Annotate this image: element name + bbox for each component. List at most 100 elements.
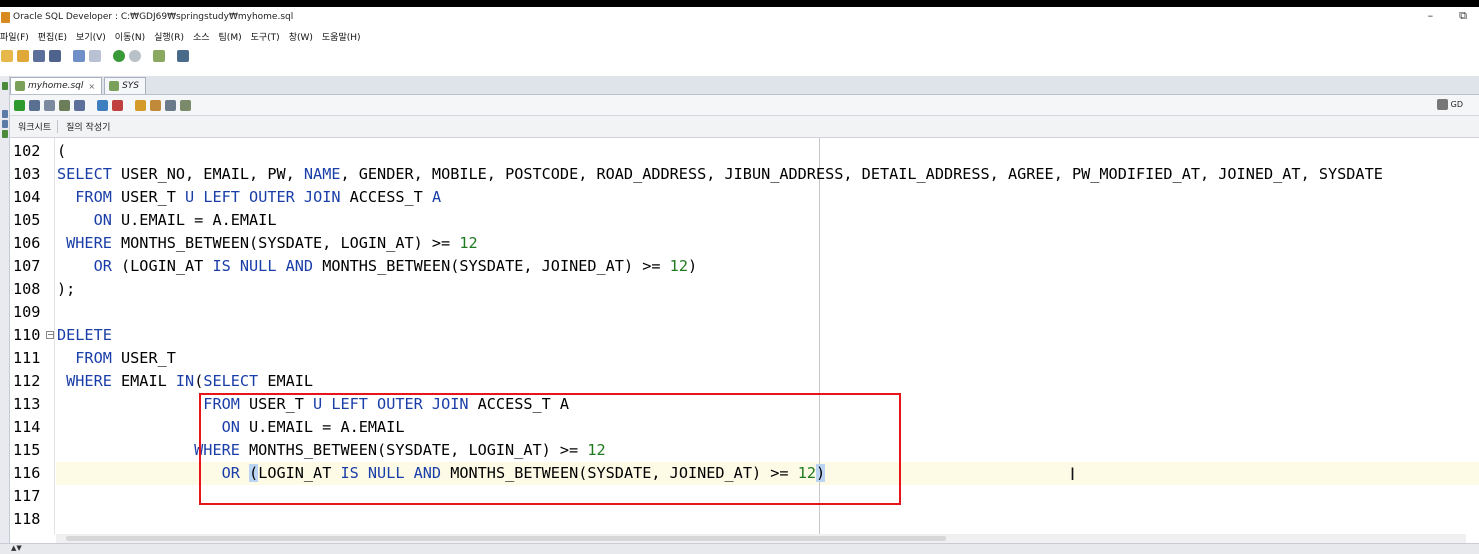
tab-sys[interactable]: SYS	[104, 77, 147, 94]
code-line[interactable]: 112 WHERE EMAIL IN(SELECT EMAIL	[10, 370, 1479, 393]
code-token: (	[57, 142, 67, 160]
menu-source[interactable]: 소스	[193, 30, 210, 43]
save-all-icon[interactable]	[49, 50, 61, 62]
fold-toggle-icon[interactable]: −	[46, 331, 54, 339]
code-token: (	[194, 372, 204, 390]
line-number: 114	[13, 418, 41, 436]
menu-window[interactable]: 창(W)	[289, 30, 313, 43]
run-statement-icon[interactable]	[14, 99, 25, 111]
find-binoculars-icon[interactable]	[177, 50, 189, 62]
tab-worksheet[interactable]: 워크시트	[12, 120, 59, 133]
code-line[interactable]: 107 OR (LOGIN_AT IS NULL AND MONTHS_BETW…	[10, 255, 1479, 278]
text-cursor-icon: I	[1070, 465, 1076, 485]
code-token: U.EMAIL = A.EMAIL	[111, 211, 277, 229]
close-icon[interactable]: ×	[88, 82, 95, 91]
format-icon[interactable]	[165, 99, 176, 111]
sql-keyword: LEFT OUTER JOIN	[203, 188, 341, 206]
sql-history-icon[interactable]	[44, 99, 55, 111]
line-number: 112	[13, 372, 41, 390]
code-line[interactable]: 106 WHERE MONTHS_BETWEEN(SYSDATE, LOGIN_…	[10, 232, 1479, 255]
code-text: ON U.EMAIL = A.EMAIL	[57, 209, 277, 232]
explain-plan-icon[interactable]	[59, 99, 70, 111]
menu-view[interactable]: 보기(V)	[76, 30, 106, 43]
sql-keyword: A	[431, 188, 442, 206]
back-icon[interactable]	[113, 50, 125, 62]
menu-run[interactable]: 실행(R)	[154, 30, 184, 43]
code-text: (	[57, 140, 66, 163]
restore-icon[interactable]: ⧉	[1459, 9, 1467, 23]
worksheet-toolbar: GD	[10, 95, 1479, 116]
tab-query-builder[interactable]: 질의 작성기	[60, 120, 116, 133]
minimize-icon[interactable]: –	[1428, 9, 1434, 23]
code-line[interactable]: 108);	[10, 278, 1479, 301]
new-file-icon[interactable]	[1, 50, 13, 62]
sql-editor[interactable]: 102 (103 SELECT USER_NO, EMAIL, PW, NAME, …	[10, 138, 1479, 534]
menu-edit[interactable]: 편집(E)	[38, 30, 67, 43]
scrollbar-thumb[interactable]	[66, 536, 946, 541]
tab-label: myhome.sql	[28, 81, 84, 91]
code-token: )	[687, 257, 698, 275]
code-line[interactable]: 102 (	[10, 140, 1479, 163]
menu-bar: 파일(F) 편집(E) 보기(V) 이동(N) 실행(R) 소스 팀(M) 도구…	[0, 27, 1479, 45]
connection-selector[interactable]: GD	[1436, 99, 1463, 110]
code-line[interactable]: 111 FROM USER_T	[10, 347, 1479, 370]
tab-myhome-sql[interactable]: myhome.sql ×	[10, 77, 103, 94]
connection-label: GD	[1450, 100, 1463, 109]
horizontal-scrollbar[interactable]	[56, 534, 1466, 543]
autotrace-icon[interactable]	[74, 99, 85, 111]
code-text: FROM USER_T U LEFT OUTER JOIN ACCESS_T A	[57, 186, 441, 209]
line-number: 105	[13, 211, 41, 229]
code-text: OR (LOGIN_AT IS NULL AND MONTHS_BETWEEN(…	[57, 255, 698, 278]
panel-toggle-arrows-icon[interactable]: ▲▼	[11, 544, 22, 552]
connections-panel-icon[interactable]	[2, 82, 8, 90]
undo-icon[interactable]	[73, 50, 85, 62]
snippets-panel-icon[interactable]	[2, 130, 8, 138]
forward-icon[interactable]	[129, 50, 141, 62]
menu-help[interactable]: 도움말(H)	[322, 30, 361, 43]
menu-tools[interactable]: 도구(T)	[251, 30, 280, 43]
unshared-sql-icon[interactable]	[135, 99, 146, 111]
clear-eraser-icon[interactable]	[150, 99, 161, 111]
code-token: );	[57, 280, 76, 298]
screen-top-edge	[0, 0, 1479, 7]
line-number: 104	[13, 188, 41, 206]
open-folder-icon[interactable]	[17, 50, 29, 62]
menu-team[interactable]: 팀(M)	[219, 30, 242, 43]
redo-icon[interactable]	[89, 50, 101, 62]
line-number: 102	[13, 142, 41, 160]
sql-developer-app-icon	[1, 11, 10, 23]
code-token: USER_NO, EMAIL, PW,	[111, 165, 304, 183]
line-number: 116	[13, 464, 41, 482]
line-number: 111	[13, 349, 41, 367]
code-line[interactable]: 110− DELETE	[10, 324, 1479, 347]
rollback-icon[interactable]	[112, 99, 123, 111]
code-line[interactable]: 104 FROM USER_T U LEFT OUTER JOIN ACCESS…	[10, 186, 1479, 209]
menu-navigate[interactable]: 이동(N)	[115, 30, 145, 43]
numeric-literal: 12	[669, 257, 688, 275]
code-text: DELETE	[57, 324, 112, 347]
code-line[interactable]: 103 SELECT USER_NO, EMAIL, PW, NAME, GEND…	[10, 163, 1479, 186]
run-script-icon[interactable]	[29, 99, 40, 111]
code-line[interactable]: 105 ON U.EMAIL = A.EMAIL	[10, 209, 1479, 232]
code-token: MONTHS_BETWEEN(SYSDATE, JOINED_AT) >=	[313, 257, 670, 275]
sql-keyword: FROM	[57, 349, 112, 367]
window-title: Oracle SQL Developer : C:₩GDJ69₩springst…	[13, 12, 294, 22]
menu-file[interactable]: 파일(F)	[0, 30, 29, 43]
bottom-status-strip: ▲▼	[0, 543, 1479, 554]
sql-keyword: NAME	[303, 165, 341, 183]
code-line[interactable]: 109	[10, 301, 1479, 324]
commit-icon[interactable]	[97, 99, 108, 111]
sql-worksheet-icon	[109, 81, 120, 91]
tab-label: SYS	[122, 81, 140, 91]
dba-panel-icon[interactable]	[2, 120, 8, 128]
save-icon[interactable]	[33, 50, 45, 62]
code-text: WHERE MONTHS_BETWEEN(SYSDATE, LOGIN_AT) …	[57, 232, 478, 255]
spell-icon[interactable]	[180, 99, 191, 111]
sql-keyword: SELECT	[203, 372, 259, 390]
line-number: 106	[13, 234, 41, 252]
connections-icon[interactable]	[153, 50, 165, 62]
reports-panel-icon[interactable]	[2, 110, 8, 118]
code-line[interactable]: 118	[10, 508, 1479, 531]
code-token: MONTHS_BETWEEN(SYSDATE, LOGIN_AT) >=	[111, 234, 460, 252]
